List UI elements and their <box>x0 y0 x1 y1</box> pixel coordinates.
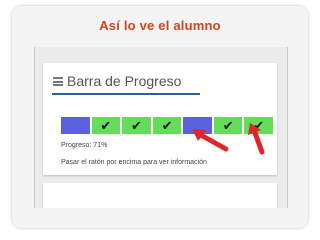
progress-bar: ✔ ✔ ✔ ✔ ✔ <box>61 117 274 134</box>
secondary-card <box>43 183 277 208</box>
slide: Así lo ve el alumno Barra de Progreso ✔ … <box>0 0 320 240</box>
red-arrow <box>192 129 229 152</box>
progress-segment[interactable]: ✔ <box>152 117 182 134</box>
progress-segment[interactable]: ✔ <box>91 117 121 134</box>
progress-segment[interactable]: ✔ <box>122 117 151 134</box>
progress-card: Barra de Progreso ✔ ✔ ✔ ✔ ✔ Progreso: 71… <box>43 63 277 175</box>
slide-title: Así lo ve el alumno <box>99 18 221 33</box>
card-title: Barra de Progreso <box>67 73 182 89</box>
hamburger-icon[interactable] <box>53 77 63 86</box>
check-icon: ✔ <box>130 117 142 133</box>
red-arrow <box>248 123 265 155</box>
check-icon: ✔ <box>161 117 173 133</box>
check-icon: ✔ <box>100 117 112 133</box>
title-underline <box>52 93 200 95</box>
progress-segment[interactable] <box>61 117 90 134</box>
progress-text: Progreso: 71% <box>61 142 108 149</box>
hint-text: Pasar el ratón por encima para ver infor… <box>61 159 207 166</box>
